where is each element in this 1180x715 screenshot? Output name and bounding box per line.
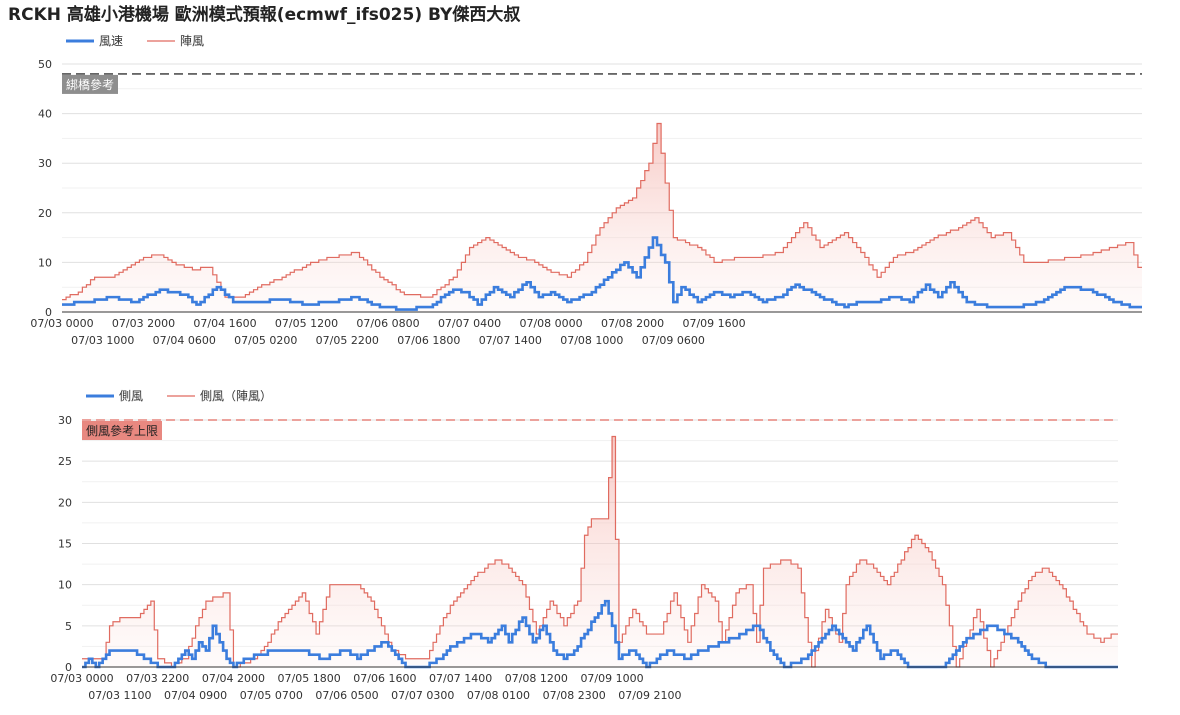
- x-tick-label: 07/05 0200: [234, 334, 297, 347]
- y-tick-label: 20: [58, 496, 72, 509]
- x-tick-label: 07/09 0600: [642, 334, 705, 347]
- page-title: RCKH 高雄小港機場 歐洲模式預報(ecmwf_ifs025) BY傑西大叔: [8, 5, 521, 25]
- x-tick-label: 07/07 1400: [429, 672, 492, 685]
- y-tick-label: 5: [65, 620, 72, 633]
- x-tick-label: 07/06 1600: [353, 672, 416, 685]
- legend-label: 側風（陣風）: [200, 389, 272, 403]
- x-tick-label: 07/03 2200: [126, 672, 189, 685]
- legend-label: 風速: [99, 34, 123, 48]
- x-tick-label: 07/06 1800: [397, 334, 460, 347]
- x-tick-label: 07/07 0300: [391, 689, 454, 702]
- x-tick-label: 07/04 0900: [164, 689, 227, 702]
- x-tick-label: 07/03 0000: [30, 317, 93, 330]
- x-tick-label: 07/04 1600: [193, 317, 256, 330]
- y-tick-label: 20: [38, 207, 52, 220]
- x-tick-label: 07/09 1600: [682, 317, 745, 330]
- x-tick-label: 07/03 1000: [71, 334, 134, 347]
- x-tick-label: 07/03 1100: [88, 689, 151, 702]
- legend-label: 陣風: [180, 34, 204, 48]
- x-tick-label: 07/07 0400: [438, 317, 501, 330]
- x-tick-label: 07/08 1200: [505, 672, 568, 685]
- y-tick-label: 30: [38, 157, 52, 170]
- legend-item: 陣風: [147, 34, 204, 48]
- legend-item: 風速: [66, 34, 123, 48]
- x-tick-label: 07/08 0000: [519, 317, 582, 330]
- legend-item: 側風: [86, 389, 143, 403]
- x-tick-label: 07/05 1800: [278, 672, 341, 685]
- x-tick-label: 07/06 0500: [315, 689, 378, 702]
- x-tick-label: 07/07 1400: [479, 334, 542, 347]
- x-tick-label: 07/05 2200: [316, 334, 379, 347]
- y-tick-label: 30: [58, 414, 72, 427]
- x-tick-label: 07/09 2100: [618, 689, 681, 702]
- y-tick-label: 10: [58, 579, 72, 592]
- legend: 側風 側風（陣風）: [86, 389, 272, 403]
- x-tick-label: 07/03 0000: [50, 672, 113, 685]
- y-tick-label: 40: [38, 108, 52, 121]
- legend-label: 側風: [119, 389, 143, 403]
- x-tick-label: 07/08 1000: [560, 334, 623, 347]
- y-tick-label: 10: [38, 256, 52, 269]
- y-tick-label: 15: [58, 538, 72, 551]
- x-tick-label: 07/06 0800: [356, 317, 419, 330]
- x-tick-label: 07/03 2000: [112, 317, 175, 330]
- x-tick-label: 07/04 0600: [153, 334, 216, 347]
- y-tick-label: 25: [58, 455, 72, 468]
- wind-speed-chart: 01020304050綁橋參考07/03 000007/03 100007/03…: [30, 34, 1142, 347]
- crosswind-chart: 051015202530側風參考上限07/03 000007/03 110007…: [50, 389, 1118, 702]
- legend-item: 側風（陣風）: [167, 389, 272, 403]
- x-tick-label: 07/08 2300: [543, 689, 606, 702]
- legend: 風速 陣風: [66, 34, 204, 48]
- x-tick-label: 07/09 1000: [580, 672, 643, 685]
- x-tick-label: 07/04 2000: [202, 672, 265, 685]
- x-tick-label: 07/08 0100: [467, 689, 530, 702]
- y-tick-label: 50: [38, 58, 52, 71]
- x-tick-label: 07/08 2000: [601, 317, 664, 330]
- reference-label-text: 綁橋參考: [66, 77, 114, 92]
- reference-label: 綁橋參考: [62, 74, 118, 94]
- reference-label-text: 側風參考上限: [86, 423, 158, 438]
- x-tick-label: 07/05 0700: [240, 689, 303, 702]
- x-tick-label: 07/05 1200: [275, 317, 338, 330]
- gust-area: [82, 436, 1118, 667]
- reference-label: 側風參考上限: [82, 421, 162, 440]
